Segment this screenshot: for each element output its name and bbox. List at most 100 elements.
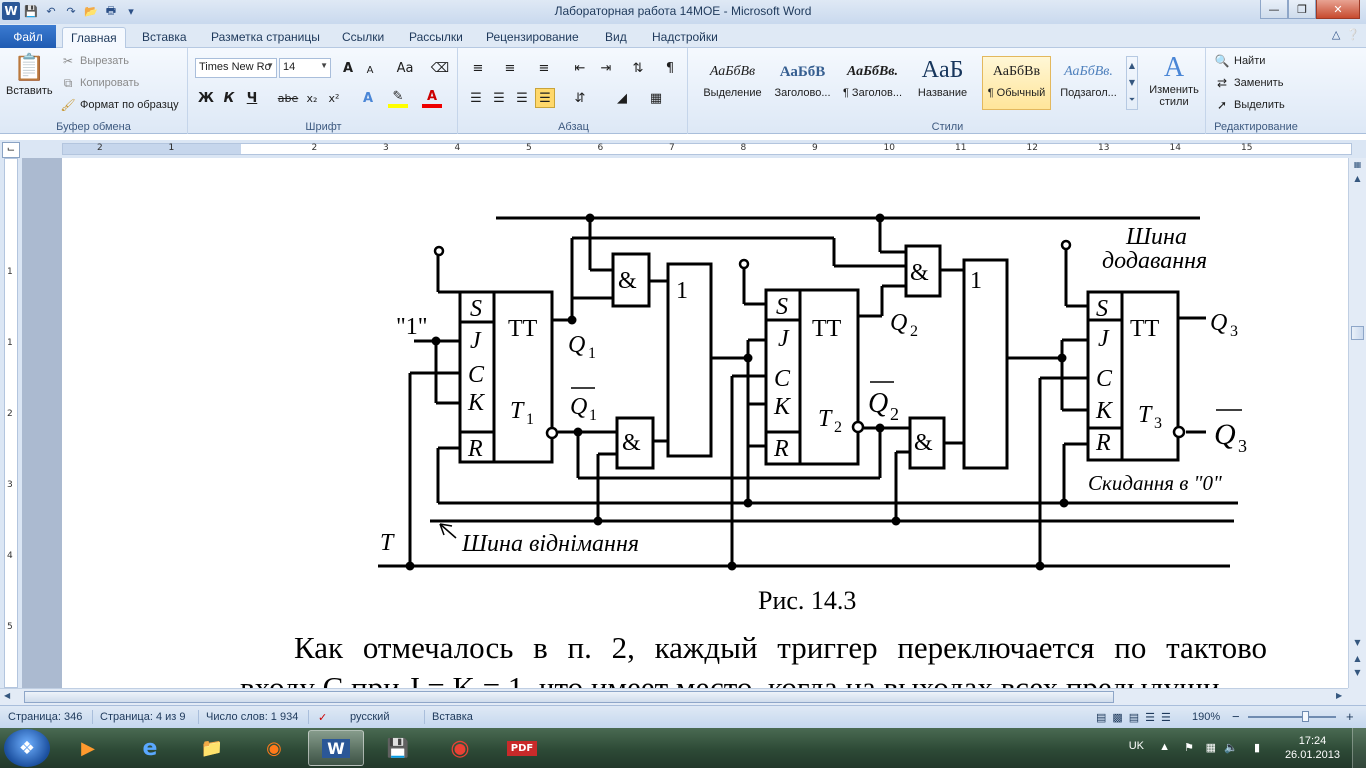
body-paragraph-next-line[interactable]: входу C при J = K = 1, что имеет место, … — [240, 670, 1348, 688]
t1-k-label: K — [467, 390, 486, 416]
t3-s-label: S — [1096, 296, 1108, 322]
t2-name-sub: 2 — [834, 419, 842, 436]
diagram-labels: "1" S J C K R TT T 1 Q 1 Q 1 & & 1 S J C… — [380, 224, 1247, 557]
file-explorer-icon[interactable]: 📁 — [184, 730, 240, 766]
t2-k-label: K — [773, 394, 792, 420]
t3-c-label: C — [1096, 366, 1113, 392]
scroll-corner — [1348, 688, 1366, 705]
t3-k-label: K — [1095, 398, 1114, 424]
t2-name-label: T — [818, 406, 833, 432]
and1-bottom-symbol: & — [622, 430, 641, 456]
or1-symbol: 1 — [676, 278, 688, 304]
q1-sub: 1 — [588, 345, 596, 362]
scroll-left-icon[interactable]: ◀ — [4, 691, 10, 700]
status-separator — [424, 710, 425, 724]
reset-label: Скидання в "0" — [1088, 471, 1222, 495]
status-separator — [308, 710, 309, 724]
t3-name-label: T — [1138, 402, 1153, 428]
q3-bar-sub: 3 — [1238, 436, 1247, 456]
zoom-out-button[interactable]: − — [1232, 709, 1240, 724]
t2-j-label: J — [778, 326, 790, 352]
clock-label: T — [380, 530, 395, 556]
q2-sub: 2 — [910, 323, 918, 340]
windows-logo-icon: ❖ — [18, 737, 36, 759]
t3-name-sub: 3 — [1154, 415, 1162, 432]
t3-r-label: R — [1095, 430, 1111, 456]
pdf-reader-icon[interactable]: PDF — [494, 730, 550, 766]
t1-c-label: C — [468, 362, 485, 388]
t2-c-label: C — [774, 366, 791, 392]
flag-icon[interactable]: ⚑ — [1184, 741, 1194, 754]
t1-j-label: J — [470, 328, 482, 354]
signal-icon[interactable]: ▮ — [1254, 741, 1260, 754]
q3-bar-label: Q — [1214, 418, 1236, 451]
zoom-level[interactable]: 190% — [1192, 711, 1220, 723]
t1-name-sub: 1 — [526, 411, 534, 428]
chrome-icon[interactable]: ◉ — [432, 730, 488, 766]
and1-top-symbol: & — [618, 268, 637, 294]
status-word-count[interactable]: Число слов: 1 934 — [206, 711, 298, 723]
q1-label: Q — [568, 332, 585, 358]
q1-bar-sub: 1 — [589, 407, 597, 424]
media-player-icon[interactable]: ▶ — [60, 730, 116, 766]
word-taskbar-icon[interactable]: W — [308, 730, 364, 766]
body-paragraph[interactable]: Как отмечалось в п. 2, каждый триггер пе… — [294, 630, 1267, 666]
previous-page-icon[interactable]: ▲ — [1350, 654, 1365, 668]
scroll-down-icon[interactable]: ▼ — [1350, 638, 1365, 652]
q2-bar-label: Q — [868, 388, 888, 419]
t1-r-label: R — [467, 436, 483, 462]
status-bar: Страница: 346 Страница: 4 из 9 Число сло… — [0, 705, 1366, 728]
q2-label: Q — [890, 310, 907, 336]
view-buttons[interactable]: ▤▩▤☰☰ — [1096, 711, 1177, 724]
volume-icon[interactable]: 🔈 — [1224, 741, 1238, 754]
scroll-up-icon[interactable]: ▲ — [1350, 174, 1365, 188]
system-tray: UK ▲ ⚑ ▦ 🔈 ▮ 17:24 26.01.2013 — [1106, 728, 1366, 768]
zoom-slider-thumb[interactable] — [1302, 711, 1309, 722]
t3-j-label: J — [1098, 326, 1110, 352]
bus-add-label-2: додавання — [1102, 248, 1207, 274]
vertical-scrollbar[interactable]: ▦ ▲ ▼ ▲ ▼ — [1348, 158, 1366, 688]
t2-tt-label: TT — [812, 316, 842, 342]
status-insert-mode[interactable]: Вставка — [432, 711, 473, 723]
tray-language[interactable]: UK — [1129, 740, 1144, 752]
figure-caption: Рис. 14.3 — [758, 586, 857, 615]
tray-expand-icon[interactable]: ▲ — [1159, 741, 1170, 753]
network-icon[interactable]: ▦ — [1206, 741, 1216, 754]
start-button[interactable]: ❖ — [4, 729, 50, 767]
t3-tt-label: TT — [1130, 316, 1160, 342]
and2-bottom-symbol: & — [914, 430, 933, 456]
clock-time: 17:24 — [1298, 735, 1327, 747]
spelling-check-icon[interactable]: ✓ — [318, 711, 327, 724]
q1-bar-label: Q — [570, 394, 587, 420]
bus-sub-label: Шина віднімання — [461, 531, 639, 557]
scroll-right-icon[interactable]: ▶ — [1336, 691, 1342, 700]
t1-tt-label: TT — [508, 316, 538, 342]
firefox-icon[interactable]: ◉ — [246, 730, 302, 766]
bus-add-label-1: Шина — [1125, 224, 1187, 250]
clock[interactable]: 17:24 26.01.2013 — [1285, 734, 1340, 762]
zoom-slider[interactable] — [1248, 716, 1336, 718]
status-separator — [198, 710, 199, 724]
show-desktop-button[interactable] — [1352, 728, 1366, 768]
t1-s-label: S — [470, 296, 482, 322]
status-page-of[interactable]: Страница: 4 из 9 — [100, 711, 186, 723]
or2-symbol: 1 — [970, 268, 982, 294]
input-one-label: "1" — [396, 314, 428, 340]
bus-arrow-icon — [439, 523, 457, 539]
scroll-thumb[interactable] — [1351, 326, 1364, 340]
q3-label: Q — [1210, 310, 1227, 336]
ruler-toggle-icon[interactable]: ▦ — [1350, 160, 1365, 174]
internet-explorer-icon[interactable]: e — [122, 730, 178, 766]
status-language[interactable]: русский — [350, 711, 389, 723]
horizontal-scrollbar[interactable]: ◀ ▶ — [0, 688, 1348, 705]
t1-name-label: T — [510, 398, 525, 424]
t2-s-label: S — [776, 294, 788, 320]
horizontal-scroll-thumb[interactable] — [24, 691, 1114, 703]
save-disk-icon[interactable]: 💾 — [370, 730, 426, 766]
clock-date: 26.01.2013 — [1284, 749, 1340, 761]
taskbar: ❖ ▶ e 📁 ◉ W 💾 ◉ PDF UK ▲ ⚑ ▦ 🔈 ▮ 17:24 2… — [0, 728, 1366, 768]
status-page-number[interactable]: Страница: 346 — [8, 711, 82, 723]
zoom-in-button[interactable]: + — [1346, 709, 1354, 724]
next-page-icon[interactable]: ▼ — [1350, 668, 1365, 682]
q3-sub: 3 — [1230, 323, 1238, 340]
